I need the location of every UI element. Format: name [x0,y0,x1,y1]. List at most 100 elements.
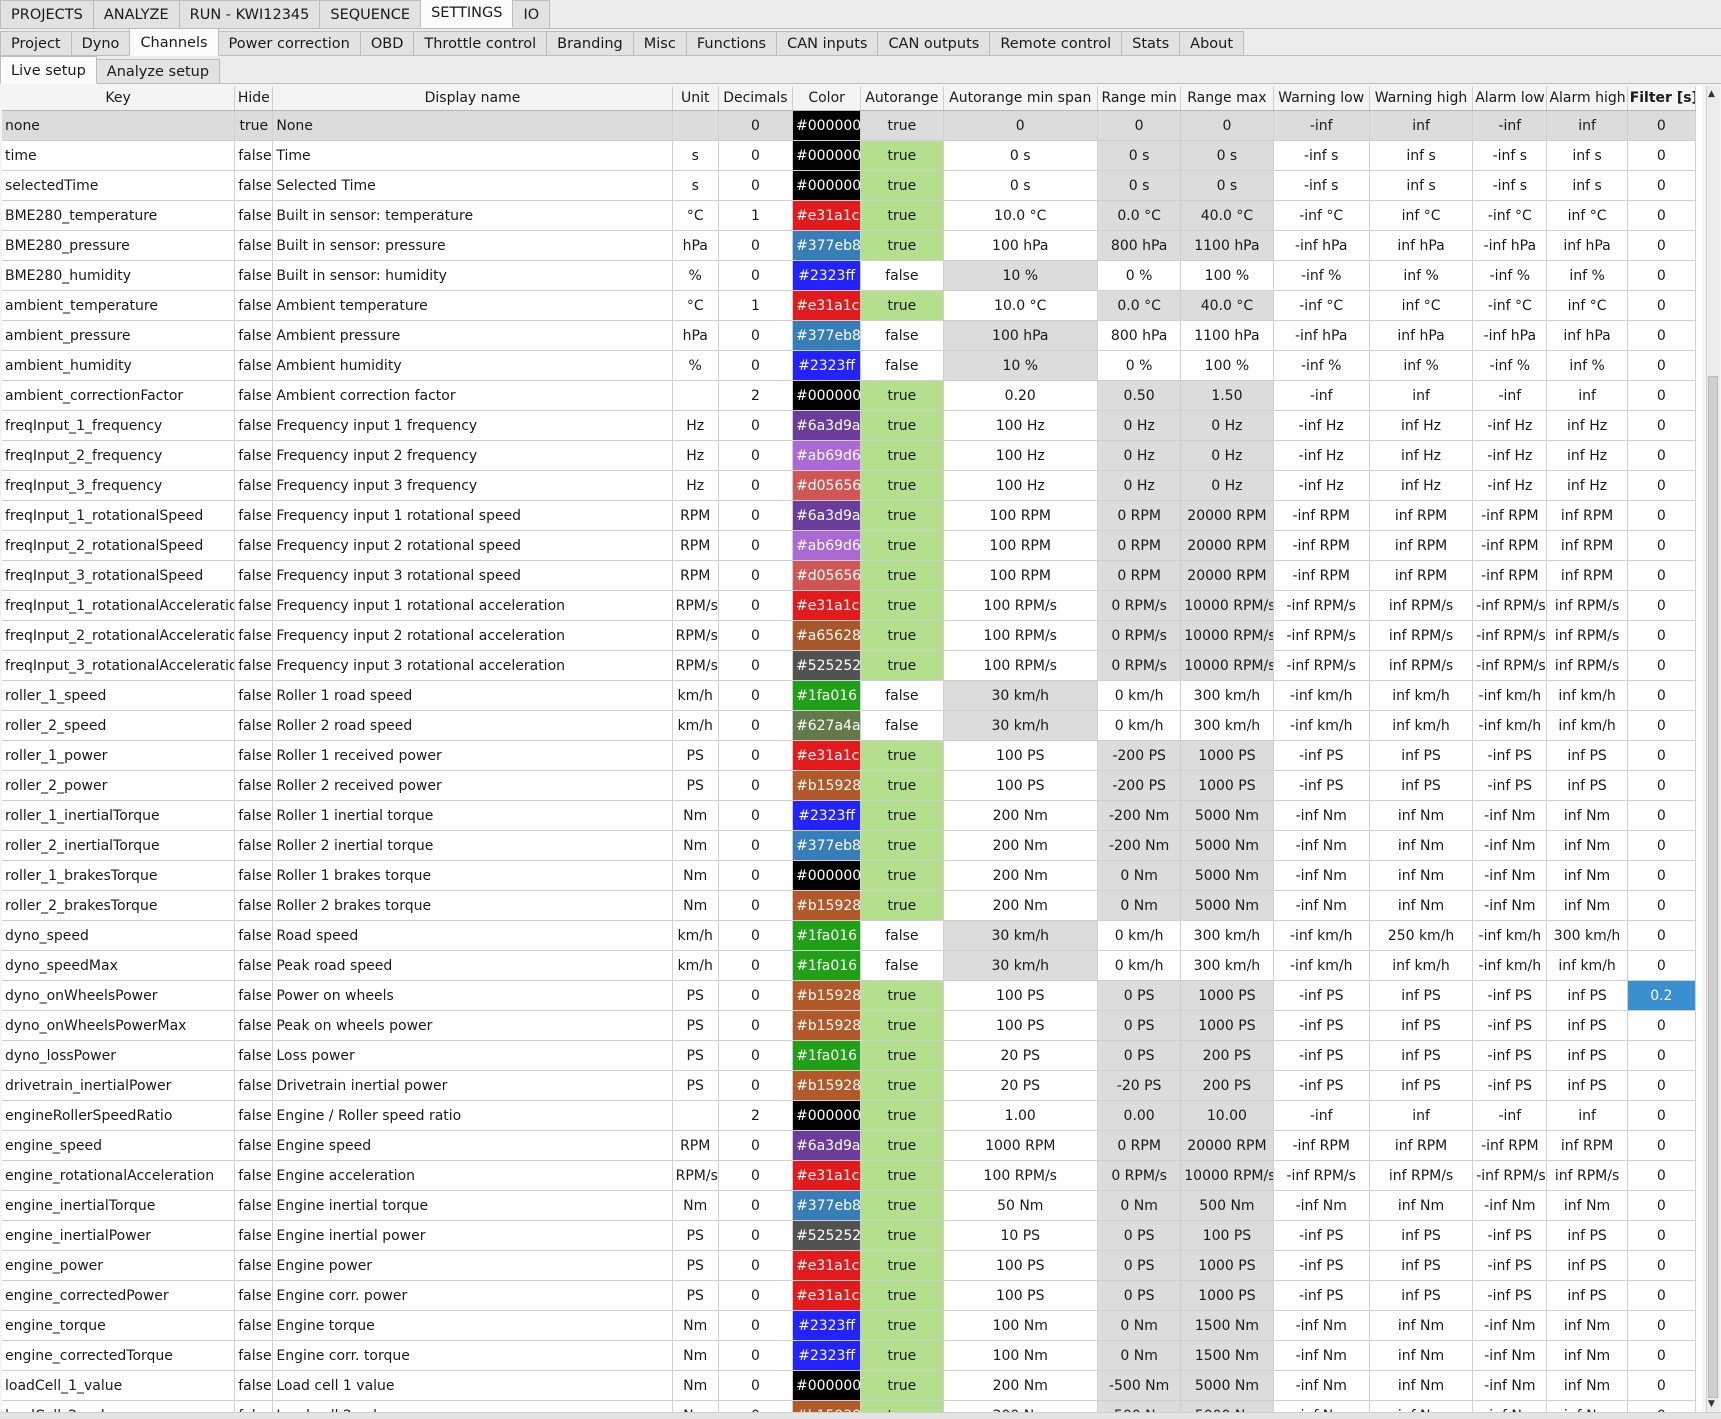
cell-filter[interactable]: 0 [1627,470,1697,501]
cell-key[interactable]: roller_1_power [2,740,236,771]
cell-range-min[interactable]: 0 km/h [1097,710,1182,741]
table-row[interactable]: BME280_humidity false Built in sensor: hum… [2,260,1697,291]
cell-filter[interactable]: 0 [1627,710,1697,741]
cell-alarm-low[interactable]: -inf RPM/s [1472,590,1548,621]
table-row[interactable]: engine_speed false Engine speed RPM 0 #6a3d9a… [2,1130,1697,1161]
column-header-hide[interactable]: Hide [234,86,274,111]
cell-decimals[interactable]: 0 [718,1310,794,1341]
cell-alarm-high[interactable]: inf Nm [1546,860,1628,891]
cell-unit[interactable]: PS [672,1010,719,1041]
cell-autorange[interactable]: true [860,290,944,321]
cell-decimals[interactable]: 2 [718,1100,794,1131]
cell-display-name[interactable]: None [272,110,673,141]
table-row[interactable]: freqInput_1_rotationalAcceleration false F… [2,590,1697,621]
cell-key[interactable]: freqInput_3_rotationalSpeed [2,560,236,591]
cell-alarm-low[interactable]: -inf RPM [1472,500,1548,531]
cell-color[interactable]: #6a3d9a [792,500,862,531]
cell-display-name[interactable]: Frequency input 2 frequency [272,440,673,471]
table-row[interactable]: engine_rotationalAcceleration false Engine… [2,1160,1697,1191]
cell-autorange[interactable]: true [860,980,944,1011]
cell-autorange-min-span[interactable]: 100 PS [943,1280,1098,1311]
cell-color[interactable]: #000000 [792,860,862,891]
cell-decimals[interactable]: 0 [718,1040,794,1071]
table-row[interactable]: freqInput_3_rotationalSpeed false Frequenc… [2,560,1697,591]
cell-color[interactable]: #377eb8 [792,830,862,861]
cell-hide[interactable]: false [234,470,274,501]
cell-display-name[interactable]: Road speed [272,920,673,951]
cell-alarm-high[interactable]: inf RPM [1546,560,1628,591]
cell-filter[interactable]: 0 [1627,1370,1697,1401]
cell-warning-high[interactable]: inf RPM [1369,560,1474,591]
cell-filter[interactable]: 0 [1627,1160,1697,1191]
cell-key[interactable]: freqInput_1_rotationalAcceleration [2,590,236,621]
cell-range-min[interactable]: 0 % [1097,260,1182,291]
cell-display-name[interactable]: Engine / Roller speed ratio [272,1100,673,1131]
table-row[interactable]: engine_torque false Engine torque Nm 0 #2323f… [2,1310,1697,1341]
cell-autorange[interactable]: true [860,1100,944,1131]
column-header-alarm-low[interactable]: Alarm low [1472,86,1548,111]
cell-range-max[interactable]: 0 Hz [1180,470,1274,501]
column-header-autorange[interactable]: Autorange [860,86,944,111]
cell-key[interactable]: ambient_correctionFactor [2,380,236,411]
cell-decimals[interactable]: 0 [718,980,794,1011]
cell-color[interactable]: #e31a1c [792,1160,862,1191]
settings-tab-misc[interactable]: Misc [632,31,687,56]
cell-autorange[interactable]: true [860,740,944,771]
cell-autorange[interactable]: true [860,590,944,621]
cell-alarm-high[interactable]: inf °C [1546,290,1628,321]
table-row[interactable]: time false Time s 0 #000000 true 0 s0 s0 s -inf … [2,140,1697,171]
cell-alarm-low[interactable]: -inf km/h [1472,680,1548,711]
cell-range-max[interactable]: 300 km/h [1180,920,1274,951]
cell-key[interactable]: roller_2_inertialTorque [2,830,236,861]
column-header-filter-s[interactable]: Filter [s] [1627,86,1697,111]
cell-range-max[interactable]: 5000 Nm [1180,800,1274,831]
cell-display-name[interactable]: Built in sensor: pressure [272,230,673,261]
cell-warning-low[interactable]: -inf RPM [1273,530,1370,561]
cell-range-max[interactable]: 10000 RPM/s [1180,650,1274,681]
cell-alarm-low[interactable]: -inf Nm [1472,1190,1548,1221]
cell-decimals[interactable]: 0 [718,350,794,381]
cell-warning-low[interactable]: -inf Nm [1273,830,1370,861]
cell-alarm-low[interactable]: -inf PS [1472,1070,1548,1101]
table-row[interactable]: freqInput_2_frequency false Frequency inpu… [2,440,1697,471]
cell-color[interactable]: #e31a1c [792,1250,862,1281]
cell-range-max[interactable]: 1100 hPa [1180,320,1274,351]
cell-display-name[interactable]: Roller 1 brakes torque [272,860,673,891]
cell-hide[interactable]: false [234,860,274,891]
cell-decimals[interactable]: 0 [718,500,794,531]
table-row[interactable]: freqInput_2_rotationalSpeed false Frequenc… [2,530,1697,561]
cell-hide[interactable]: false [234,140,274,171]
cell-color[interactable]: #2323ff [792,1310,862,1341]
cell-autorange-min-span[interactable]: 10 PS [943,1220,1098,1251]
cell-alarm-high[interactable]: inf % [1546,350,1628,381]
cell-display-name[interactable]: Frequency input 3 rotational acceleratio… [272,650,673,681]
cell-key[interactable]: dyno_lossPower [2,1040,236,1071]
cell-color[interactable]: #377eb8 [792,230,862,261]
cell-unit[interactable]: Nm [672,1340,719,1371]
cell-key[interactable]: engine_power [2,1250,236,1281]
cell-range-min[interactable]: 0 km/h [1097,920,1182,951]
cell-alarm-high[interactable]: inf hPa [1546,230,1628,261]
table-row[interactable]: roller_2_power false Roller 2 received pow… [2,770,1697,801]
column-header-warning-low[interactable]: Warning low [1273,86,1370,111]
cell-autorange-min-span[interactable]: 100 RPM/s [943,620,1098,651]
cell-key[interactable]: BME280_temperature [2,200,236,231]
cell-warning-high[interactable]: inf Nm [1369,800,1474,831]
cell-key[interactable]: roller_1_speed [2,680,236,711]
tab-analyze[interactable]: ANALYZE [92,0,180,28]
column-header-autorange-min-span[interactable]: Autorange min span [943,86,1098,111]
cell-alarm-low[interactable]: -inf % [1472,260,1548,291]
table-row[interactable]: drivetrain_inertialPower false Drivetrain … [2,1070,1697,1101]
cell-warning-low[interactable]: -inf PS [1273,1070,1370,1101]
cell-range-min[interactable]: 0 RPM [1097,530,1182,561]
cell-hide[interactable]: false [234,980,274,1011]
cell-warning-low[interactable]: -inf RPM/s [1273,1160,1370,1191]
cell-autorange-min-span[interactable]: 200 Nm [943,830,1098,861]
cell-display-name[interactable]: Engine inertial power [272,1220,673,1251]
cell-warning-low[interactable]: -inf s [1273,170,1370,201]
cell-warning-low[interactable]: -inf RPM [1273,560,1370,591]
cell-unit[interactable]: Hz [672,470,719,501]
cell-autorange[interactable]: false [860,680,944,711]
cell-color[interactable]: #6a3d9a [792,1130,862,1161]
settings-tab-dyno[interactable]: Dyno [70,31,131,56]
